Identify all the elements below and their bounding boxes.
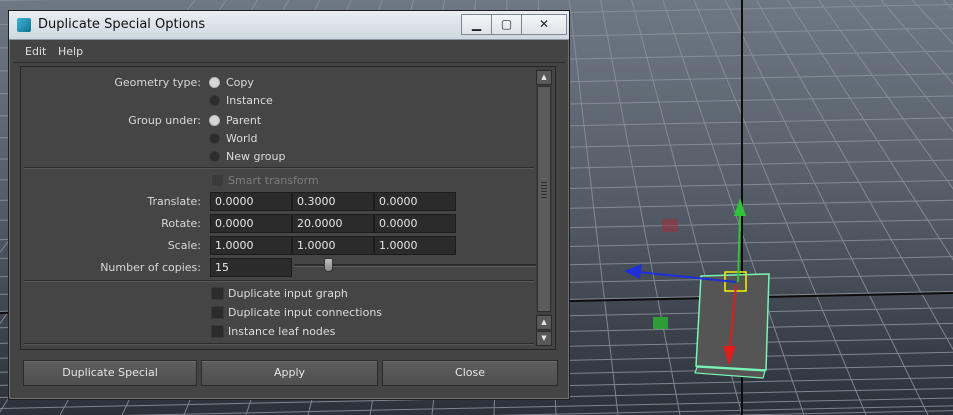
- translate-label: Translate:: [147, 195, 201, 208]
- copies-slider-thumb[interactable]: [324, 258, 334, 272]
- close-window-button[interactable]: ✕: [521, 14, 567, 35]
- number-of-copies-field[interactable]: [210, 258, 292, 277]
- geometry-type-instance-label[interactable]: Instance: [226, 94, 273, 107]
- close-button[interactable]: Close: [382, 360, 558, 386]
- grip-icon: [541, 182, 547, 200]
- separator: [24, 343, 534, 345]
- menu-help[interactable]: Help: [58, 45, 83, 58]
- menu-bar: Edit Help: [13, 40, 565, 63]
- rotate-x-field[interactable]: [210, 214, 292, 233]
- apply-button[interactable]: Apply: [201, 360, 378, 386]
- instance-leaf-nodes-checkbox[interactable]: [211, 325, 224, 338]
- group-under-world-radio[interactable]: [209, 133, 220, 144]
- instance-leaf-nodes-label[interactable]: Instance leaf nodes: [228, 325, 335, 338]
- smart-transform-label: Smart transform: [228, 174, 319, 187]
- smart-transform-checkbox[interactable]: [211, 174, 224, 187]
- number-of-copies-label: Number of copies:: [100, 261, 201, 274]
- rotate-label: Rotate:: [161, 217, 201, 230]
- options-panel: Geometry type: Copy Instance Group under…: [20, 66, 556, 350]
- window-title: Duplicate Special Options: [38, 17, 206, 32]
- maximize-button[interactable]: ▢: [491, 14, 522, 35]
- geometry-type-label: Geometry type:: [114, 76, 201, 89]
- scroll-down-icon[interactable]: ▼: [536, 331, 552, 346]
- maya-app-icon: [17, 18, 31, 32]
- duplicate-input-graph-label[interactable]: Duplicate input graph: [228, 287, 348, 300]
- separator: [24, 167, 534, 169]
- geometry-type-instance-radio[interactable]: [209, 95, 220, 106]
- scale-y-field[interactable]: [292, 236, 374, 255]
- group-under-new-group-label[interactable]: New group: [226, 150, 285, 163]
- light-marker-green: [653, 317, 668, 329]
- translate-y-field[interactable]: [292, 192, 374, 211]
- scale-label: Scale:: [167, 239, 201, 252]
- duplicate-input-connections-label[interactable]: Duplicate input connections: [228, 306, 382, 319]
- duplicate-special-button[interactable]: Duplicate Special: [23, 360, 197, 386]
- scroll-up-icon[interactable]: ▲: [536, 70, 552, 85]
- duplicate-input-connections-checkbox[interactable]: [211, 306, 224, 319]
- group-under-parent-label[interactable]: Parent: [226, 114, 261, 127]
- scale-x-field[interactable]: [210, 236, 292, 255]
- options-scrollbar[interactable]: ▲ ▲ ▼: [536, 68, 552, 346]
- scroll-up-small-icon[interactable]: ▲: [536, 315, 552, 330]
- scrollbar-thumb[interactable]: [537, 86, 551, 312]
- light-marker-red: [662, 219, 678, 232]
- duplicate-input-graph-checkbox[interactable]: [211, 287, 224, 300]
- translate-x-field[interactable]: [210, 192, 292, 211]
- group-under-new-group-radio[interactable]: [209, 151, 220, 162]
- group-under-label: Group under:: [128, 114, 201, 127]
- translate-z-field[interactable]: [374, 192, 456, 211]
- scale-z-field[interactable]: [374, 236, 456, 255]
- geometry-type-copy-radio[interactable]: [209, 77, 220, 88]
- group-under-world-label[interactable]: World: [226, 132, 258, 145]
- rotate-y-field[interactable]: [292, 214, 374, 233]
- duplicate-special-dialog: Duplicate Special Options ▁ ▢ ✕ Edit Hel…: [8, 10, 570, 400]
- rotate-z-field[interactable]: [374, 214, 456, 233]
- separator: [24, 280, 534, 282]
- menu-edit[interactable]: Edit: [25, 45, 46, 58]
- group-under-parent-radio[interactable]: [209, 115, 220, 126]
- title-bar[interactable]: Duplicate Special Options ▁ ▢ ✕: [9, 11, 569, 40]
- geometry-type-copy-label[interactable]: Copy: [226, 76, 254, 89]
- minimize-button[interactable]: ▁: [461, 14, 492, 35]
